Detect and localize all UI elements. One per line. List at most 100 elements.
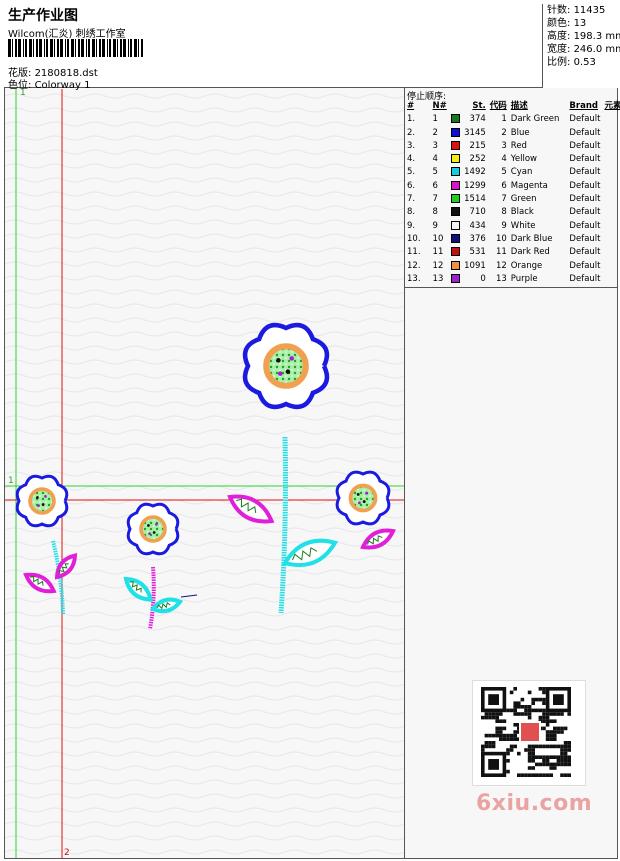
row-code: 4 [501, 154, 507, 165]
row-swatch [449, 206, 462, 219]
table-row: 2. 2 3145 2 Blue Default [405, 127, 620, 140]
color-swatch [450, 154, 460, 164]
row-index: 2. [407, 127, 416, 138]
row-index: 7. [407, 194, 416, 205]
row-needle: 6 [432, 180, 438, 191]
color-swatch [450, 260, 460, 270]
row-swatch [449, 127, 462, 140]
guide-label-h1: 1 [8, 476, 14, 486]
flower-right-dot [362, 500, 366, 504]
guide-label-1: 1 [20, 88, 26, 98]
row-swatch [449, 153, 462, 166]
stat-stitches: 针数: 11435 [547, 5, 606, 16]
row-element [602, 166, 620, 179]
row-code: 8 [501, 207, 507, 218]
row-index: 10. [407, 233, 421, 244]
table-row: 8. 8 710 8 Black Default [405, 206, 620, 219]
row-code: 9 [501, 220, 507, 231]
table-row: 6. 6 1299 6 Magenta Default [405, 180, 620, 193]
col-brand: Brand [569, 101, 598, 111]
barcode-image [8, 39, 143, 57]
color-swatch [450, 180, 460, 190]
color-swatch [450, 220, 460, 230]
row-code: 5 [501, 167, 507, 178]
header: 生产作业图 Wilcom(汇炎) 刺绣工作室 花版: 2180818.dst 色… [4, 4, 620, 91]
row-needle: 5 [432, 167, 438, 178]
row-brand: Default [569, 127, 601, 138]
row-brand: Default [569, 194, 601, 205]
row-stitches: 374 [469, 114, 486, 125]
flower-middle-dot [152, 531, 156, 534]
row-swatch [449, 180, 462, 193]
row-code: 7 [501, 194, 507, 205]
flower-left-dot [41, 503, 45, 506]
row-swatch [449, 193, 462, 206]
row-element [602, 153, 620, 166]
row-index: 4. [407, 154, 416, 165]
flower-large-dot [285, 369, 291, 374]
flower-right-center [348, 483, 378, 513]
row-stitches: 434 [469, 220, 486, 231]
row-needle: 13 [432, 273, 444, 284]
design-stats: 针数: 11435 颜色: 13 高度: 198.3 mm 宽度: 246.0 … [542, 4, 620, 88]
row-stitches: 1299 [464, 180, 486, 191]
row-brand: Default [569, 154, 601, 165]
row-stitches: 252 [469, 154, 486, 165]
row-needle: 11 [432, 247, 444, 258]
color-swatch [450, 247, 460, 257]
table-row: 12. 12 1091 12 Orange Default [405, 260, 620, 273]
row-element [602, 246, 620, 259]
row-stitches: 710 [469, 207, 486, 218]
color-swatch [450, 114, 460, 124]
flower-middle-dot [147, 524, 150, 527]
col-needle: N# [432, 101, 447, 111]
row-swatch [449, 246, 462, 259]
col-swatch [449, 100, 462, 113]
row-index: 8. [407, 207, 416, 218]
flower-middle-center [139, 515, 167, 543]
row-element [602, 206, 620, 219]
row-code: 3 [501, 140, 507, 151]
row-element [602, 127, 620, 140]
flower-left-dot [44, 495, 47, 498]
row-desc: Cyan [510, 167, 533, 178]
row-element [602, 220, 620, 233]
studio-name: Wilcom(汇炎) 刺绣工作室 [8, 29, 126, 40]
page-title: 生产作业图 [8, 8, 78, 24]
row-stitches: 531 [469, 247, 486, 258]
flower-large-dot [276, 358, 281, 363]
row-index: 1. [407, 114, 416, 125]
row-element [602, 140, 620, 153]
row-needle: 1 [432, 114, 438, 125]
flower-right-dot [357, 501, 361, 505]
row-desc: Red [510, 140, 527, 151]
col-code: 代码 [489, 101, 507, 111]
row-desc: Black [510, 207, 534, 218]
row-desc: Orange [510, 260, 543, 271]
flower-large-center [263, 343, 309, 389]
flower-right-dot [356, 492, 360, 496]
row-brand: Default [569, 233, 601, 244]
row-desc: Magenta [510, 180, 548, 191]
flower-right-dot [365, 491, 369, 495]
flower-left-dot [37, 504, 40, 507]
flower-left-dot [36, 496, 39, 499]
table-header-row: # N# St. 代码 描述 Brand 元素 [405, 100, 620, 113]
flower-middle-dot [148, 532, 151, 535]
color-swatch [450, 140, 460, 150]
row-desc: Dark Red [510, 247, 550, 258]
row-index: 3. [407, 140, 416, 151]
row-code: 12 [495, 260, 507, 271]
row-desc: White [510, 220, 536, 231]
row-code: 6 [501, 180, 507, 191]
row-stitches: 3145 [464, 127, 486, 138]
row-index: 11. [407, 247, 421, 258]
row-swatch [449, 233, 462, 246]
guide-label-2: 2 [64, 848, 70, 858]
qr-code-image [472, 680, 586, 786]
row-index: 6. [407, 180, 416, 191]
row-needle: 12 [432, 260, 444, 271]
row-needle: 9 [432, 220, 438, 231]
row-stitches: 1492 [464, 167, 486, 178]
row-index: 12. [407, 260, 421, 271]
